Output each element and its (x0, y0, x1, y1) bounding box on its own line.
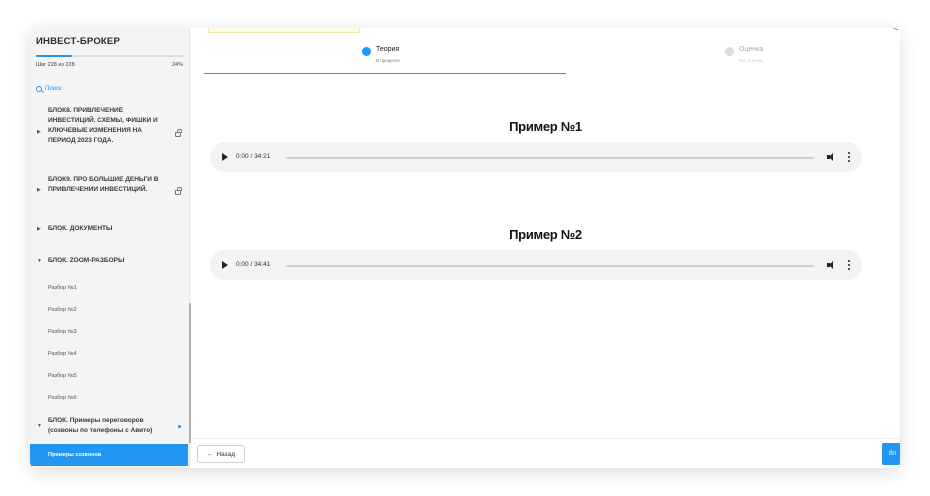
lesson-footer: ← Назад Вп (191, 438, 900, 468)
chevron-right-icon: ▶ (37, 187, 41, 193)
sidebar-block-label: БЛОК9. ПРО БОЛЬШИЕ ДЕНЬГИ В ПРИВЛЕЧЕНИИ … (48, 176, 159, 193)
notice-banner (208, 28, 360, 33)
more-options-icon[interactable] (848, 260, 850, 270)
sidebar: ИНВЕСТ-БРОКЕР Шаг 228 из 228 24% Поиск ▶… (30, 28, 190, 468)
course-progress-bar (36, 55, 184, 57)
tab-theory[interactable]: Теория В процессе (204, 42, 566, 74)
volume-icon[interactable] (827, 153, 836, 161)
main-content: Теория В процессе Оценка Нет оценки Прим… (191, 28, 900, 468)
chevron-right-icon: ▶ (37, 129, 41, 135)
back-button[interactable]: ← Назад (197, 445, 245, 463)
sidebar-item-razbor-3[interactable]: Разбор №3 (48, 329, 77, 335)
course-progress-fill (36, 55, 72, 57)
lock-icon (175, 187, 182, 195)
back-button-label: Назад (216, 450, 236, 458)
sidebar-block-8[interactable]: ▶ БЛОК8. ПРИВЛЕЧЕНИЕ ИНВЕСТИЦИЙ. СХЕМЫ, … (30, 104, 188, 168)
audio-player-1[interactable]: 0:00 / 34:21 (210, 142, 862, 172)
tab-subtitle: Нет оценки (739, 58, 763, 63)
sidebar-block-documents[interactable]: ▶ БЛОК. ДОКУМЕНТЫ (30, 224, 188, 244)
more-options-icon[interactable] (848, 152, 850, 162)
lesson-tabs: Теория В процессе Оценка Нет оценки (204, 42, 884, 74)
rating-icon (725, 47, 734, 56)
play-icon[interactable] (222, 261, 228, 269)
step-counter: Шаг 228 из 228 (36, 62, 75, 68)
tab-rating[interactable]: Оценка Нет оценки (566, 42, 884, 74)
sidebar-block-label: БЛОК. ДОКУМЕНТЫ (48, 225, 113, 232)
sidebar-item-razbor-4[interactable]: Разбор №4 (48, 351, 77, 357)
course-title: ИНВЕСТ-БРОКЕР (36, 36, 120, 47)
chevron-right-icon: ▶ (37, 226, 41, 232)
current-dot-icon (178, 425, 181, 428)
volume-icon[interactable] (827, 261, 836, 269)
chevron-down-icon: ▼ (37, 258, 42, 264)
tab-title: Теория (376, 46, 400, 53)
audio-player-2[interactable]: 0:00 / 34:41 (210, 250, 862, 280)
app-window: ИНВЕСТ-БРОКЕР Шаг 228 из 228 24% Поиск ▶… (30, 28, 900, 468)
sidebar-block-negotiations[interactable]: ▼ БЛОК. Примеры переговоров (созвоны по … (30, 416, 188, 440)
next-button[interactable]: Вп (882, 443, 900, 465)
chevron-down-icon: ▼ (37, 423, 42, 429)
play-icon[interactable] (222, 153, 228, 161)
avatar[interactable] (891, 28, 900, 30)
tab-subtitle: В процессе (376, 58, 400, 63)
audio-seek-bar[interactable] (286, 156, 814, 159)
sidebar-block-label: БЛОК. Примеры переговоров (созвоны по те… (48, 417, 153, 434)
sidebar-item-active[interactable]: Примеры созвонов (30, 444, 188, 466)
sidebar-item-active-label: Примеры созвонов (48, 452, 102, 458)
sidebar-block-label: БЛОК. ZOOM-РАЗБОРЫ (48, 257, 125, 264)
sidebar-item-razbor-5[interactable]: Разбор №5 (48, 373, 77, 379)
search-icon (36, 86, 42, 92)
arrow-left-icon: ← (206, 450, 214, 458)
tab-title: Оценка (739, 46, 764, 53)
audio-time: 0:00 / 34:41 (236, 261, 271, 268)
sidebar-item-razbor-2[interactable]: Разбор №2 (48, 307, 77, 313)
example-heading-1: Пример №1 (509, 119, 582, 134)
sidebar-block-9[interactable]: ▶ БЛОК9. ПРО БОЛЬШИЕ ДЕНЬГИ В ПРИВЛЕЧЕНИ… (30, 175, 188, 211)
document-icon (362, 47, 371, 56)
progress-percent: 24% (171, 62, 183, 68)
lock-icon (175, 129, 182, 137)
sidebar-block-zoom[interactable]: ▼ БЛОК. ZOOM-РАЗБОРЫ (30, 256, 188, 276)
sidebar-item-razbor-1[interactable]: Разбор №1 (48, 285, 77, 291)
search-label: Поиск (45, 86, 62, 92)
audio-time: 0:00 / 34:21 (236, 153, 271, 160)
sidebar-item-razbor-6[interactable]: Разбор №6 (48, 395, 77, 401)
example-heading-2: Пример №2 (509, 227, 582, 242)
sidebar-block-label: БЛОК8. ПРИВЛЕЧЕНИЕ ИНВЕСТИЦИЙ. СХЕМЫ, ФИ… (48, 107, 158, 144)
search-link[interactable]: Поиск (36, 86, 62, 92)
audio-seek-bar[interactable] (286, 264, 814, 267)
